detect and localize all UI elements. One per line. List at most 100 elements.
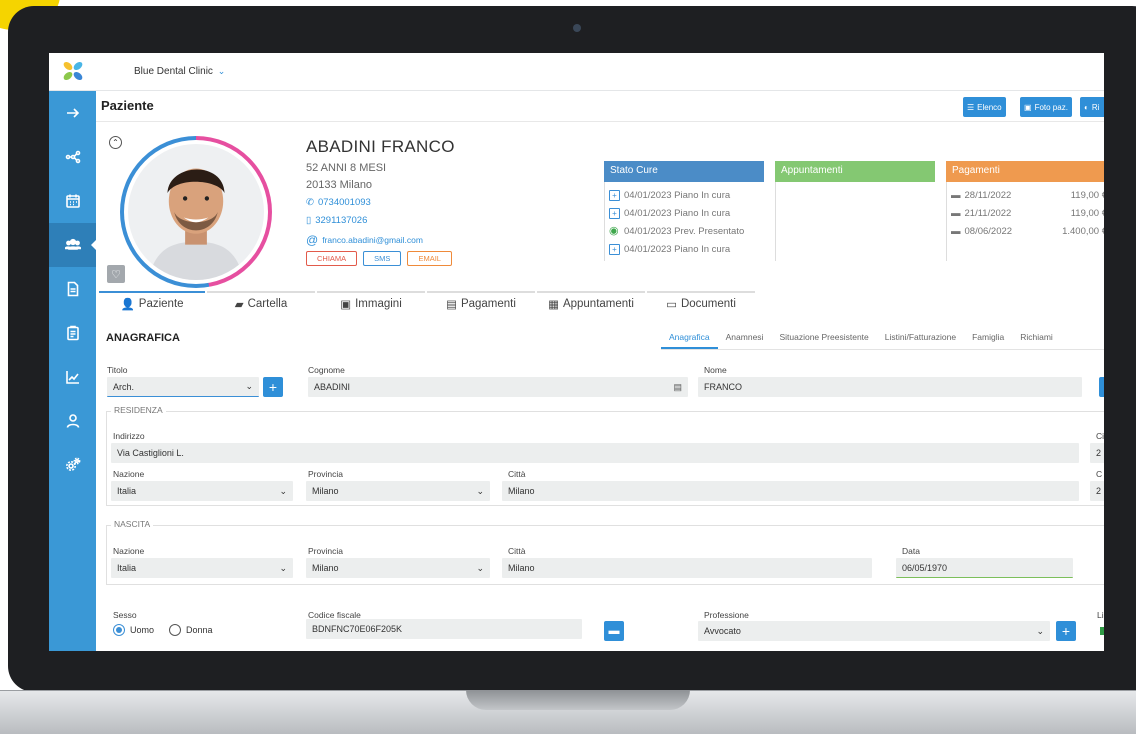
patient-phone[interactable]: ✆ 0734001093: [306, 197, 371, 208]
sidebar-expand[interactable]: [49, 91, 96, 135]
stato-cure-row[interactable]: +04/01/2023 Piano In cura: [609, 186, 760, 204]
cf-input[interactable]: BDNFNC70E06F205K: [306, 619, 582, 639]
pagamento-row[interactable]: ▬ 28/11/2022 119,00 €: [951, 186, 1104, 204]
patient-mobile-value: 3291137026: [315, 215, 368, 226]
id-card-icon: ▤: [673, 381, 682, 392]
chevron-down-icon: ⌄: [217, 66, 226, 76]
pagamento-row[interactable]: ▬ 21/11/2022 119,00 €: [951, 204, 1104, 222]
pagamento-row[interactable]: ▬ 08/06/2022 1.400,00 €: [951, 222, 1104, 240]
appuntamenti-card: Appuntamenti: [775, 161, 935, 261]
cap-label: Ci: [1096, 431, 1104, 441]
mobile-icon: ▯: [306, 215, 312, 226]
stato-cure-title: Stato Cure: [604, 161, 764, 182]
add-professione-button[interactable]: +: [1056, 621, 1076, 641]
subtab-richiami[interactable]: Richiami: [1012, 329, 1061, 349]
sidebar-item-network[interactable]: [49, 135, 96, 179]
list-button[interactable]: ☰ Elenco: [963, 97, 1006, 117]
subtab-situazione[interactable]: Situazione Preesistente: [771, 329, 876, 349]
chevron-down-icon: ⌄: [1036, 625, 1044, 636]
pagamento-amount: 119,00 €: [1070, 189, 1104, 201]
provincia-value: Milano: [312, 486, 339, 496]
sidebar-item-settings[interactable]: [49, 443, 96, 487]
clipboard-icon: [66, 325, 79, 341]
clipboard-plus-icon: +: [609, 243, 620, 255]
sidebar-item-documents[interactable]: [49, 267, 96, 311]
sidebar-item-user[interactable]: [49, 399, 96, 443]
subtab-anagrafica[interactable]: Anagrafica: [661, 329, 718, 349]
pagamenti-title: Pagamenti: [946, 161, 1104, 182]
subtab-listini[interactable]: Listini/Fatturazione: [877, 329, 964, 349]
patient-email[interactable]: @ franco.abadini@gmail.com: [306, 233, 423, 247]
indirizzo-label: Indirizzo: [113, 431, 145, 441]
sidebar-item-stats[interactable]: [49, 355, 96, 399]
tab-label: Appuntamenti: [562, 298, 634, 310]
add-titolo-button[interactable]: +: [263, 377, 283, 397]
broken-heart-icon[interactable]: ♡: [107, 265, 125, 283]
nascita-citta-input[interactable]: Milano: [502, 558, 872, 578]
chevron-down-icon: ⌄: [279, 485, 287, 496]
data-nascita-input[interactable]: 06/05/1970: [896, 558, 1073, 578]
photo-button-label: Foto paz.: [1034, 102, 1068, 112]
radio-donna[interactable]: [169, 624, 182, 636]
professione-select[interactable]: Avvocato ⌄: [698, 621, 1050, 641]
sms-button[interactable]: SMS: [363, 251, 402, 266]
network-icon: [65, 150, 80, 164]
status-indicator: [1100, 627, 1104, 635]
nascita-citta-value: Milano: [508, 563, 535, 573]
at-icon: @: [306, 233, 319, 247]
tab-pagamenti[interactable]: ▤ Pagamenti: [427, 291, 535, 315]
laptop-camera: [573, 24, 581, 32]
cognome-input[interactable]: ABADINI ▤: [308, 377, 688, 397]
nome-action-button[interactable]: [1099, 377, 1104, 397]
tab-appuntamenti[interactable]: ▦ Appuntamenti: [537, 291, 645, 315]
clinic-selector[interactable]: Blue Dental Clinic ⌄: [134, 66, 225, 77]
stato-cure-row[interactable]: +04/01/2023 Piano In cura: [609, 240, 760, 258]
tab-paziente[interactable]: 👤 Paziente: [99, 291, 205, 315]
stato-cure-text: 04/01/2023 Prev. Presentato: [624, 225, 745, 237]
nazione-select[interactable]: Italia ⌄: [111, 481, 293, 501]
tab-cartella[interactable]: ▰ Cartella: [207, 291, 315, 315]
email-button[interactable]: EMAIL: [407, 251, 452, 266]
calc-cf-button[interactable]: ▬: [604, 621, 624, 641]
chevron-down-icon: ⌄: [245, 381, 253, 391]
photo-button[interactable]: ▣ Foto paz.: [1020, 97, 1072, 117]
stato-cure-row[interactable]: +04/01/2023 Piano In cura: [609, 204, 760, 222]
sidebar-item-patients[interactable]: [49, 223, 97, 267]
top-bar: Blue Dental Clinic ⌄: [49, 53, 1104, 91]
tab-documenti[interactable]: ▭ Documenti: [647, 291, 755, 315]
laptop-notch: [466, 690, 690, 710]
pagamenti-card: Pagamenti ▬ 28/11/2022 119,00 € ▬ 21/11/202…: [946, 161, 1104, 261]
stato-cure-card: Stato Cure +04/01/2023 Piano In cura +04…: [604, 161, 764, 261]
photo-icon: ▣: [1024, 102, 1032, 112]
patient-name: ABADINI FRANCO: [306, 137, 455, 156]
titolo-select[interactable]: Arch. ⌄: [107, 377, 259, 397]
cf-value: BDNFNC70E06F205K: [312, 624, 403, 634]
pagamento-amount: 1.400,00 €: [1062, 225, 1104, 237]
patient-face-icon: [128, 144, 264, 280]
subtab-famiglia[interactable]: Famiglia: [964, 329, 1012, 349]
tab-immagini[interactable]: ▣ Immagini: [317, 291, 425, 315]
titolo-value: Arch.: [113, 381, 135, 392]
collapse-button[interactable]: ⌃: [109, 136, 122, 149]
indirizzo-input[interactable]: Via Castiglioni L.: [111, 443, 1079, 463]
nazione-label: Nazione: [113, 469, 145, 479]
nome-input[interactable]: FRANCO: [698, 377, 1082, 397]
stato-cure-text: 04/01/2023 Piano In cura: [624, 207, 731, 219]
radio-uomo[interactable]: [113, 624, 125, 636]
citta-input[interactable]: Milano: [502, 481, 1079, 501]
provincia-select[interactable]: Milano ⌄: [306, 481, 490, 501]
stato-cure-row[interactable]: ◉ 04/01/2023 Prev. Presentato: [609, 222, 760, 240]
subtab-anamnesi[interactable]: Anamnesi: [718, 329, 772, 349]
extra-button[interactable]: ◐ Ri: [1080, 97, 1104, 117]
nascita-provincia-select[interactable]: Milano ⌄: [306, 558, 490, 578]
ca-input[interactable]: 2: [1090, 481, 1104, 501]
patient-mobile[interactable]: ▯ 3291137026: [306, 215, 367, 226]
cap-input[interactable]: 2: [1090, 443, 1104, 463]
call-button[interactable]: CHIAMA: [306, 251, 358, 266]
nascita-nazione-select[interactable]: Italia ⌄: [111, 558, 293, 578]
pagamento-date: 28/11/2022: [964, 189, 1012, 201]
card-icon: ▬: [608, 625, 620, 637]
sidebar-item-register[interactable]: [49, 311, 96, 355]
document-icon: ▭: [666, 299, 677, 311]
sidebar-item-calendar[interactable]: [49, 179, 96, 223]
